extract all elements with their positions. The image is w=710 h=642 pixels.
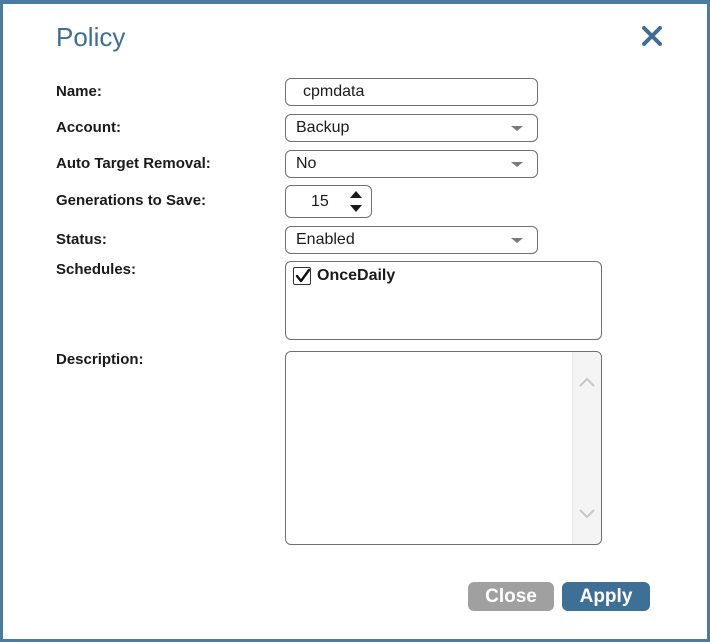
generations-stepper[interactable]: 15	[285, 185, 372, 218]
name-label: Name:	[56, 83, 102, 100]
schedule-item-oncedaily[interactable]: OnceDaily	[293, 267, 395, 285]
apply-button[interactable]: Apply	[562, 582, 650, 611]
close-icon[interactable]	[639, 23, 665, 49]
status-select-value: Enabled	[296, 231, 355, 248]
generations-label: Generations to Save:	[56, 192, 207, 209]
account-label: Account:	[56, 119, 121, 136]
description-scrollbar[interactable]	[572, 352, 601, 544]
auto-target-removal-label: Auto Target Removal:	[56, 155, 211, 172]
status-select[interactable]: Enabled	[285, 226, 538, 254]
stepper-arrows	[350, 190, 362, 214]
dialog-title: Policy	[56, 22, 126, 52]
checkmark-icon	[295, 268, 311, 283]
auto-target-removal-value: No	[296, 155, 317, 172]
schedule-item-label: OnceDaily	[317, 267, 396, 284]
schedule-checkbox[interactable]	[293, 267, 311, 285]
chevron-up-icon[interactable]	[579, 376, 595, 388]
chevron-down-icon	[511, 238, 523, 243]
auto-target-removal-select[interactable]: No	[285, 150, 538, 178]
schedules-list: OnceDaily	[285, 261, 602, 340]
account-select[interactable]: Backup	[285, 114, 538, 142]
policy-dialog: Policy Name: Account: Backup Auto Target…	[0, 0, 710, 642]
description-label: Description:	[56, 351, 144, 368]
name-input[interactable]	[285, 78, 538, 106]
schedules-label: Schedules:	[56, 261, 137, 278]
chevron-down-icon	[511, 162, 523, 167]
generations-value: 15	[311, 193, 329, 210]
description-box	[285, 351, 602, 545]
chevron-down-icon	[511, 126, 523, 131]
account-select-value: Backup	[296, 119, 350, 136]
decrement-arrow-icon[interactable]	[350, 205, 362, 212]
close-button[interactable]: Close	[468, 582, 554, 611]
description-textarea[interactable]	[286, 352, 571, 542]
increment-arrow-icon[interactable]	[350, 191, 362, 198]
status-label: Status:	[56, 231, 107, 248]
chevron-down-icon[interactable]	[579, 508, 595, 520]
